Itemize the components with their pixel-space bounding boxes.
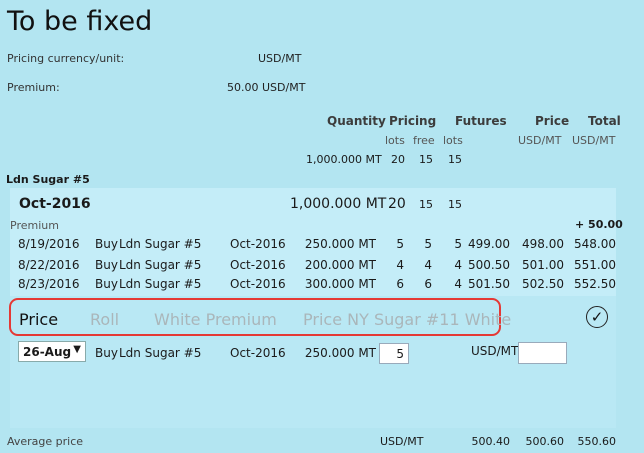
row-free: 6: [424, 277, 432, 291]
chevron-down-icon: ▼: [73, 344, 81, 355]
col-total-unit: USD/MT: [572, 134, 616, 147]
col-price-header: Price: [535, 114, 570, 128]
row-quantity: 200.000 MT: [304, 258, 376, 272]
date-dropdown-value: 26-Aug: [23, 345, 72, 359]
row-date: 8/19/2016: [18, 237, 80, 251]
row-free: 4: [424, 258, 432, 272]
premium-value: 50.00 USD/MT: [227, 81, 306, 94]
row-commodity: Ldn Sugar #5: [119, 237, 202, 251]
col-futures-header: Futures: [455, 114, 507, 128]
row-date: 8/22/2016: [18, 258, 80, 272]
average-total: 550.60: [577, 435, 617, 448]
row-futures: 500.50: [468, 258, 510, 272]
row-quantity: 250.000 MT: [304, 237, 376, 251]
col-total-header: Total: [588, 114, 621, 128]
row-futures: 501.50: [468, 277, 510, 291]
row-futures-lots: 4: [454, 277, 462, 291]
average-price-label: Average price: [7, 435, 84, 448]
row-commodity: Ldn Sugar #5: [119, 258, 202, 272]
group-month: Oct-2016: [19, 196, 91, 212]
row-price: 502.50: [522, 277, 564, 291]
row-price: 498.00: [522, 237, 564, 251]
entry-side: Buy: [95, 346, 118, 360]
page-title: To be fixed: [7, 6, 153, 37]
tab-white-premium[interactable]: White Premium: [154, 310, 277, 329]
entry-quantity: 250.000 MT: [304, 346, 376, 360]
summary-futures-lots: 15: [448, 153, 462, 166]
average-price-unit: USD/MT: [380, 435, 424, 448]
row-side: Buy: [95, 277, 118, 291]
group-lots: 20: [388, 196, 406, 212]
group-futures-lots: 15: [448, 198, 462, 211]
row-quantity: 300.000 MT: [304, 277, 376, 291]
row-price: 501.00: [522, 258, 564, 272]
row-month: Oct-2016: [230, 237, 286, 251]
pricing-currency-label: Pricing currency/unit:: [7, 52, 125, 65]
row-futures: 499.00: [468, 237, 510, 251]
pricing-currency-value: USD/MT: [258, 52, 302, 65]
row-futures-lots: 4: [454, 258, 462, 272]
col-price-unit: USD/MT: [518, 134, 562, 147]
summary-free: 15: [419, 153, 433, 166]
group-premium-value: + 50.00: [575, 218, 623, 231]
tab-price-ny-sugar-11-white[interactable]: Price NY Sugar #11 White: [303, 310, 511, 329]
premium-label: Premium:: [7, 81, 60, 94]
summary-pricing-lots: 20: [391, 153, 405, 166]
commodity-heading: Ldn Sugar #5: [6, 173, 90, 186]
col-free-subheader: free: [413, 134, 435, 147]
group-premium-label: Premium: [10, 219, 59, 232]
price-input[interactable]: [518, 342, 567, 364]
entry-month: Oct-2016: [230, 346, 286, 360]
row-total: 552.50: [574, 277, 616, 291]
col-futures-lots-subheader: lots: [443, 134, 463, 147]
date-dropdown[interactable]: 26-Aug ▼: [18, 341, 86, 362]
summary-quantity: 1,000.000 MT: [306, 153, 382, 166]
row-month: Oct-2016: [230, 258, 286, 272]
row-futures-lots: 5: [454, 237, 462, 251]
entry-commodity: Ldn Sugar #5: [119, 346, 202, 360]
average-price: 500.60: [525, 435, 565, 448]
col-lots-subheader: lots: [385, 134, 405, 147]
row-lots: 4: [396, 258, 404, 272]
row-total: 551.00: [574, 258, 616, 272]
row-month: Oct-2016: [230, 277, 286, 291]
check-circle-icon[interactable]: ✓: [586, 306, 608, 328]
tab-price[interactable]: Price: [19, 310, 58, 329]
group-free: 15: [419, 198, 433, 211]
row-side: Buy: [95, 237, 118, 251]
tab-roll[interactable]: Roll: [90, 310, 119, 329]
group-quantity: 1,000.000 MT: [290, 196, 387, 212]
average-futures: 500.40: [471, 435, 511, 448]
row-side: Buy: [95, 258, 118, 272]
row-lots: 5: [396, 237, 404, 251]
row-total: 548.00: [574, 237, 616, 251]
row-commodity: Ldn Sugar #5: [119, 277, 202, 291]
entry-unit: USD/MT: [471, 344, 519, 358]
lots-input[interactable]: 5: [379, 343, 409, 364]
col-quantity-header: Quantity: [327, 114, 386, 128]
col-pricing-header: Pricing: [389, 114, 437, 128]
row-free: 5: [424, 237, 432, 251]
row-date: 8/23/2016: [18, 277, 80, 291]
row-lots: 6: [396, 277, 404, 291]
